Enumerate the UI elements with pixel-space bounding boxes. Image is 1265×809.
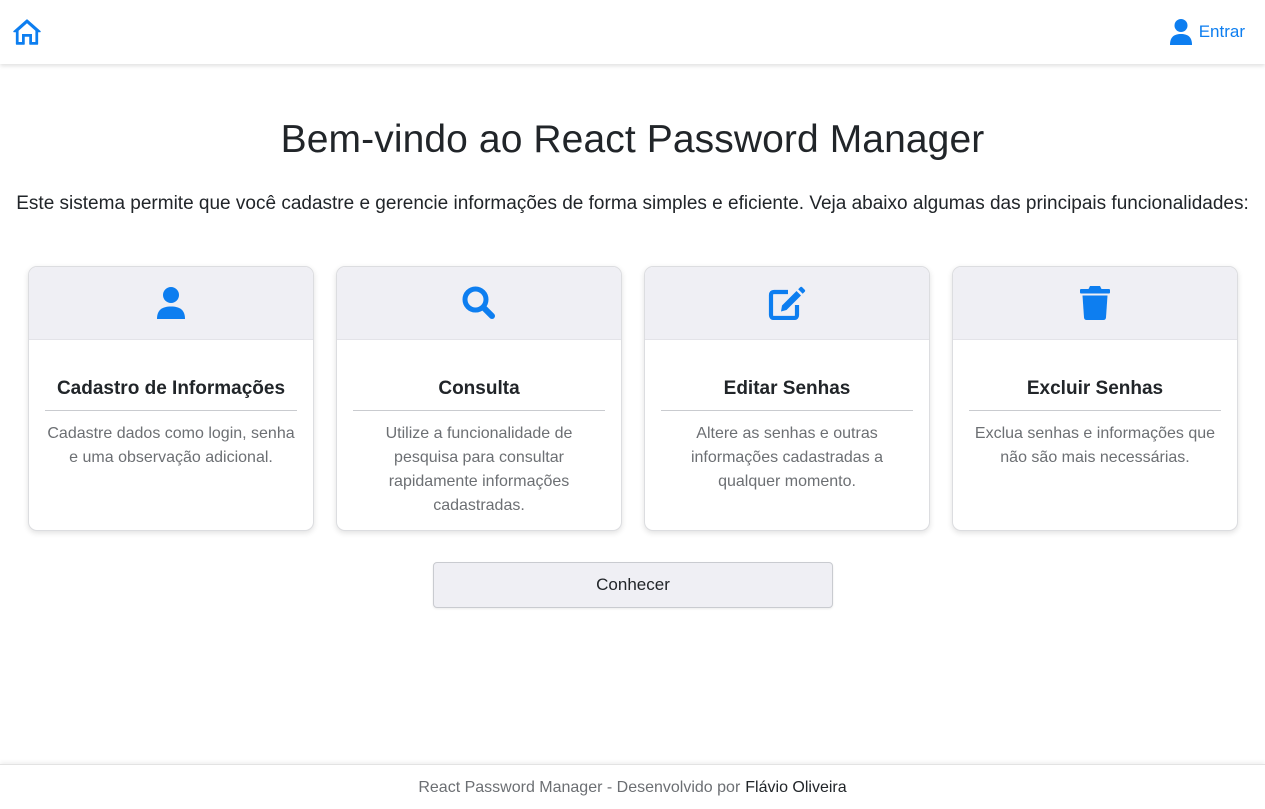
card-header — [29, 267, 313, 340]
feature-card-editar: Editar Senhas Altere as senhas e outras … — [644, 266, 930, 531]
navbar: Entrar — [0, 0, 1265, 64]
search-icon — [462, 286, 495, 319]
trash-icon — [1080, 286, 1110, 320]
home-link[interactable] — [12, 18, 42, 46]
feature-card-consulta: Consulta Utilize a funcionalidade de pes… — [336, 266, 622, 531]
card-header — [645, 267, 929, 340]
feature-cards: Cadastro de Informações Cadastre dados c… — [28, 266, 1238, 531]
card-text: Utilize a funcionalidade de pesquisa par… — [385, 425, 573, 514]
main-content: Bem-vindo ao React Password Manager Este… — [0, 64, 1265, 608]
card-header — [337, 267, 621, 340]
home-icon — [13, 19, 41, 45]
user-icon — [1169, 19, 1192, 45]
page-title: Bem-vindo ao React Password Manager — [280, 118, 985, 161]
footer-author-link[interactable]: Flávio Oliveira — [745, 779, 846, 797]
edit-icon — [768, 286, 806, 320]
conhecer-button[interactable]: Conhecer — [433, 562, 833, 608]
card-title: Editar Senhas — [661, 378, 913, 411]
card-text: Exclua senhas e informações que não são … — [974, 425, 1216, 466]
footer: React Password Manager - Desenvolvido po… — [0, 764, 1265, 809]
footer-text: React Password Manager - Desenvolvido po… — [418, 779, 741, 796]
login-link[interactable]: Entrar — [1169, 18, 1245, 46]
card-body: Cadastro de Informações Cadastre dados c… — [29, 340, 313, 470]
feature-card-excluir: Excluir Senhas Exclua senhas e informaçõ… — [952, 266, 1238, 531]
card-header — [953, 267, 1237, 340]
card-body: Excluir Senhas Exclua senhas e informaçõ… — [953, 340, 1237, 470]
card-text: Altere as senhas e outras informações ca… — [690, 425, 884, 490]
feature-card-cadastro: Cadastro de Informações Cadastre dados c… — [28, 266, 314, 531]
card-body: Editar Senhas Altere as senhas e outras … — [645, 340, 929, 494]
card-title: Consulta — [353, 378, 605, 411]
user-icon — [157, 287, 185, 319]
login-label: Entrar — [1198, 22, 1245, 41]
intro-text: Este sistema permite que você cadastre e… — [16, 193, 1249, 214]
card-body: Consulta Utilize a funcionalidade de pes… — [337, 340, 621, 518]
card-title: Cadastro de Informações — [45, 378, 297, 411]
card-text: Cadastre dados como login, senha e uma o… — [47, 425, 295, 466]
card-title: Excluir Senhas — [969, 378, 1221, 411]
